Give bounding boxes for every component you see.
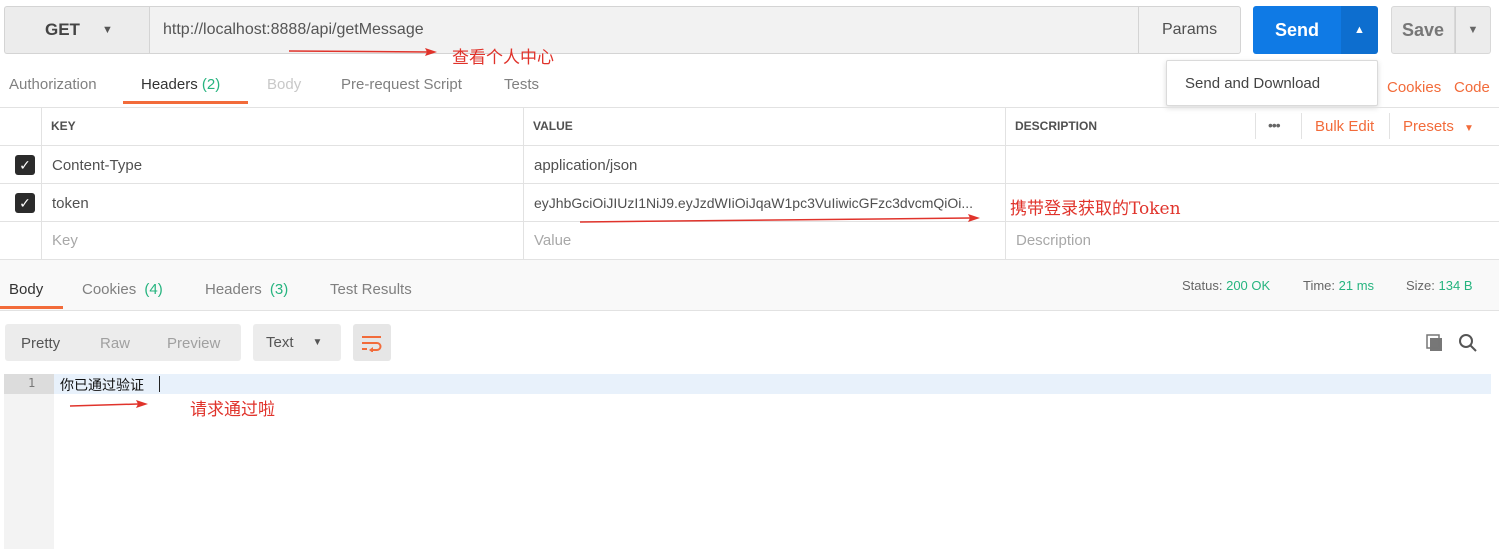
column-divider bbox=[1255, 113, 1256, 139]
method-label: GET bbox=[45, 20, 80, 39]
time-readout: Time: 21 ms bbox=[1303, 278, 1374, 293]
response-tab-test-results[interactable]: Test Results bbox=[330, 281, 412, 298]
tab-pre-request-script[interactable]: Pre-request Script bbox=[341, 76, 462, 93]
line-number: 1 bbox=[28, 376, 36, 390]
column-divider bbox=[1301, 113, 1302, 139]
copy-icon[interactable] bbox=[1425, 333, 1447, 353]
presets-button[interactable]: Presets ▼ bbox=[1403, 118, 1474, 135]
column-header-key: KEY bbox=[51, 119, 76, 133]
chevron-down-icon: ▼ bbox=[1467, 24, 1479, 36]
save-options-button[interactable]: ▼ bbox=[1455, 6, 1491, 54]
response-tab-headers[interactable]: Headers (3) bbox=[205, 281, 288, 298]
response-tab-cookies[interactable]: Cookies (4) bbox=[82, 281, 163, 298]
column-divider bbox=[1389, 113, 1390, 139]
tab-count: (4) bbox=[144, 281, 163, 298]
chevron-down-icon: ▼ bbox=[101, 24, 113, 36]
header-key[interactable]: Content-Type bbox=[52, 157, 142, 174]
token-annotation: 携带登录获取的Token bbox=[1010, 199, 1181, 219]
column-divider bbox=[523, 107, 524, 259]
body-annotation: 请求通过啦 bbox=[190, 400, 275, 420]
table-border bbox=[0, 145, 1499, 146]
cookies-link[interactable]: Cookies bbox=[1387, 79, 1441, 96]
table-border bbox=[0, 107, 1499, 108]
chevron-down-icon: ▼ bbox=[1464, 123, 1474, 134]
time-value: 21 ms bbox=[1338, 278, 1375, 293]
response-text: 你已通过验证 bbox=[60, 378, 144, 394]
search-icon[interactable] bbox=[1458, 333, 1480, 353]
key-placeholder[interactable]: Key bbox=[52, 232, 78, 249]
raw-button[interactable]: Raw bbox=[100, 335, 130, 352]
row-checkbox[interactable]: ✓ bbox=[15, 193, 35, 213]
more-options-icon[interactable]: ••• bbox=[1268, 117, 1281, 133]
header-value[interactable]: eyJhbGciOiJIUzI1NiJ9.eyJzdWIiOiJqaW1pc3V… bbox=[534, 195, 998, 211]
description-placeholder[interactable]: Description bbox=[1016, 232, 1091, 249]
bulk-edit-button[interactable]: Bulk Edit bbox=[1315, 118, 1374, 135]
tab-label: Headers bbox=[205, 281, 262, 298]
preview-button[interactable]: Preview bbox=[167, 335, 220, 352]
tab-count: (3) bbox=[269, 281, 289, 298]
wrap-lines-button[interactable] bbox=[353, 324, 391, 361]
active-line-highlight bbox=[54, 374, 1491, 394]
line-gutter bbox=[4, 374, 54, 549]
table-border bbox=[0, 183, 1499, 184]
annotation-arrow bbox=[579, 214, 980, 223]
code-link[interactable]: Code bbox=[1454, 79, 1490, 96]
size-label: Size: bbox=[1406, 278, 1435, 293]
chevron-down-icon: ▼ bbox=[312, 337, 323, 348]
size-readout: Size: 134 B bbox=[1406, 278, 1473, 293]
column-header-description: DESCRIPTION bbox=[1015, 119, 1098, 133]
send-and-download-menu-item[interactable]: Send and Download bbox=[1166, 60, 1378, 106]
status-value: 200 OK bbox=[1226, 278, 1271, 293]
time-label: Time: bbox=[1303, 278, 1336, 293]
active-tab-indicator bbox=[123, 101, 248, 104]
response-type-select[interactable]: Text ▼ bbox=[253, 324, 341, 361]
tab-headers[interactable]: Headers (2) bbox=[141, 76, 220, 93]
value-placeholder[interactable]: Value bbox=[534, 232, 571, 249]
method-select[interactable]: GET ▼ bbox=[4, 6, 149, 54]
status-label: Status: bbox=[1182, 278, 1223, 293]
tab-label: Cookies bbox=[82, 281, 137, 298]
tab-tests[interactable]: Tests bbox=[504, 76, 539, 93]
annotation-arrow bbox=[288, 48, 437, 56]
response-tab-body[interactable]: Body bbox=[9, 281, 43, 298]
active-tab-indicator bbox=[0, 306, 63, 309]
presets-label: Presets bbox=[1403, 118, 1454, 135]
column-header-value: VALUE bbox=[533, 119, 573, 133]
column-divider bbox=[41, 107, 42, 259]
tab-headers-label: Headers bbox=[141, 76, 198, 93]
header-key[interactable]: token bbox=[52, 195, 89, 212]
status-readout: Status: 200 OK bbox=[1182, 278, 1270, 293]
text-cursor bbox=[159, 376, 160, 392]
header-value[interactable]: application/json bbox=[534, 157, 637, 174]
save-button[interactable]: Save bbox=[1391, 6, 1455, 54]
response-type-label: Text bbox=[266, 334, 294, 351]
params-button[interactable]: Params bbox=[1138, 6, 1241, 54]
wrap-lines-icon bbox=[362, 335, 382, 352]
chevron-up-icon: ▲ bbox=[1354, 24, 1365, 36]
pretty-button[interactable]: Pretty bbox=[21, 335, 60, 352]
size-value: 134 B bbox=[1438, 278, 1473, 293]
url-text: http://localhost:8888/api/getMessage bbox=[163, 21, 424, 38]
send-options-button[interactable]: ▲ bbox=[1341, 6, 1378, 54]
tab-authorization[interactable]: Authorization bbox=[9, 76, 97, 93]
row-checkbox[interactable]: ✓ bbox=[15, 155, 35, 175]
tab-body[interactable]: Body bbox=[267, 76, 301, 93]
column-divider bbox=[1005, 107, 1006, 259]
divider bbox=[0, 310, 1499, 311]
tab-headers-count: (2) bbox=[201, 76, 221, 93]
send-button[interactable]: Send bbox=[1253, 6, 1341, 54]
annotation-arrow bbox=[69, 400, 148, 408]
url-annotation: 查看个人中心 bbox=[452, 48, 554, 68]
